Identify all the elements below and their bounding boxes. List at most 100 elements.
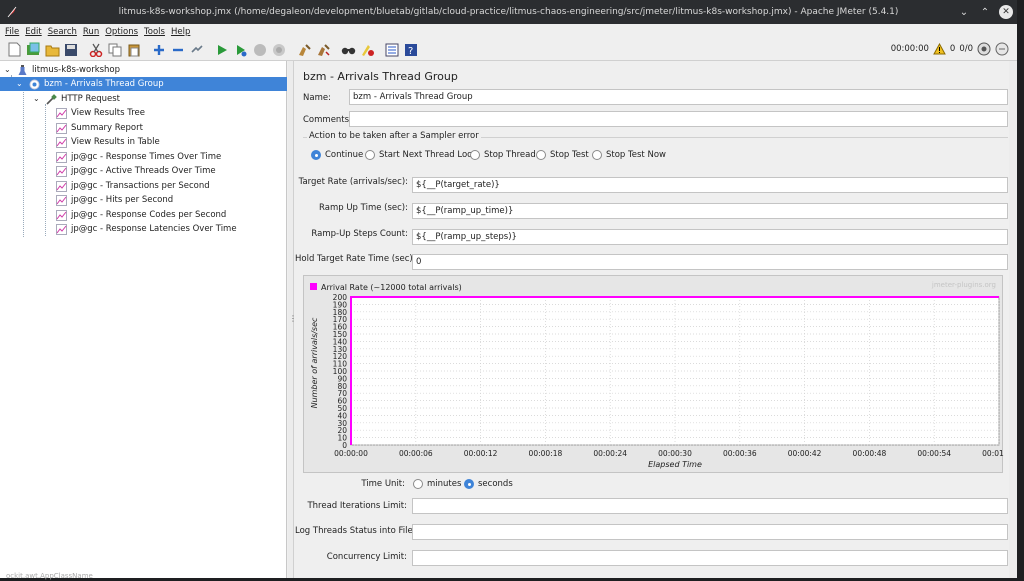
log-threads-field[interactable] — [412, 524, 1008, 540]
chevron-down-icon[interactable]: ⌄ — [16, 79, 25, 90]
menu-options[interactable]: Options — [105, 27, 138, 37]
chevron-down-icon[interactable]: ⌄ — [957, 5, 971, 19]
x-tick-label: 00:00:30 — [658, 449, 692, 458]
tree-node-listener[interactable]: jp@gc - Transactions per Second — [56, 179, 210, 193]
ramp-up-field[interactable]: ${__P(ramp_up_time)} — [412, 203, 1008, 219]
tree-node-listener[interactable]: jp@gc - Response Times Over Time — [56, 150, 221, 164]
menu-help[interactable]: Help — [171, 27, 190, 37]
tree-node-label: jp@gc - Hits per Second — [71, 195, 174, 205]
chart-svg: jmeter-plugins.org Arrival Rate (~12000 … — [310, 281, 1016, 469]
radio-stop-test[interactable]: Stop Test — [536, 150, 589, 160]
tree-node-listener[interactable]: jp@gc - Response Latencies Over Time — [56, 222, 237, 236]
clear-icon[interactable] — [296, 42, 312, 58]
legend-swatch — [310, 283, 317, 290]
vertical-scrollbar[interactable] — [1009, 61, 1017, 578]
pipette-icon — [46, 93, 57, 105]
hold-time-field[interactable]: 0 — [412, 254, 1008, 270]
chevron-down-icon[interactable]: ⌄ — [4, 65, 13, 76]
function-helper-icon[interactable] — [384, 42, 400, 58]
chevron-down-icon[interactable]: ⌄ — [33, 94, 42, 105]
target-rate-field[interactable]: ${__P(target_rate)} — [412, 177, 1008, 193]
tree-node-listener[interactable]: Summary Report — [56, 121, 143, 135]
menu-search[interactable]: Search — [48, 27, 77, 37]
tree-node-label: View Results in Table — [71, 137, 160, 147]
shutdown-icon[interactable] — [271, 42, 287, 58]
save-icon[interactable] — [63, 42, 79, 58]
x-tick-label: 00:00:54 — [917, 449, 951, 458]
radio-label: seconds — [478, 479, 513, 489]
tree-node-label: litmus-k8s-workshop — [32, 65, 121, 75]
stop-icon[interactable] — [252, 42, 268, 58]
search-icon[interactable] — [340, 42, 356, 58]
concurrency-limit-label: Concurrency Limit: — [326, 552, 407, 562]
tree-node-listener[interactable]: jp@gc - Response Codes per Second — [56, 208, 226, 222]
tree-node-listener[interactable]: View Results in Table — [56, 135, 160, 149]
radio-button[interactable] — [464, 479, 474, 489]
log-threads-label: Log Threads Status into File: — [295, 526, 416, 536]
log-icon[interactable] — [995, 42, 1009, 56]
templates-icon[interactable] — [25, 42, 41, 58]
start-no-pauses-icon[interactable] — [233, 42, 249, 58]
x-tick-label: 00:00:48 — [853, 449, 887, 458]
tree-node-test-plan[interactable]: ⌄ litmus-k8s-workshop — [4, 63, 120, 77]
warning-icon[interactable] — [933, 43, 946, 55]
tree-node-listener[interactable]: View Results Tree — [56, 106, 145, 120]
help-icon[interactable]: ? — [403, 42, 419, 58]
y-axis-label: Number of arrivals/sec — [310, 317, 319, 408]
copy-icon[interactable] — [107, 42, 123, 58]
clear-all-icon[interactable] — [315, 42, 331, 58]
paste-icon[interactable] — [126, 42, 142, 58]
menu-bar: File Edit Search Run Options Tools Help — [0, 24, 1017, 39]
collapse-icon[interactable] — [170, 42, 186, 58]
radio-button[interactable] — [311, 150, 321, 160]
tree-node-http-request[interactable]: ⌄ HTTP Request — [33, 92, 120, 106]
cut-icon[interactable] — [88, 42, 104, 58]
ramp-up-label: Ramp Up Time (sec): — [319, 203, 408, 213]
radio-seconds[interactable]: seconds — [464, 479, 513, 489]
radio-label: Stop Test Now — [606, 150, 666, 160]
menu-edit[interactable]: Edit — [25, 27, 41, 37]
thread-group-panel: bzm - Arrivals Thread Group Name: bzm - … — [295, 61, 1017, 578]
start-icon[interactable] — [214, 42, 230, 58]
radio-stop-thread[interactable]: Stop Thread — [470, 150, 536, 160]
x-tick-label: 00:00:42 — [788, 449, 822, 458]
ramp-steps-field[interactable]: ${__P(ramp_up_steps)} — [412, 229, 1008, 245]
new-icon[interactable] — [6, 42, 22, 58]
x-tick-label: 00:00:12 — [464, 449, 498, 458]
radio-button[interactable] — [536, 150, 546, 160]
close-icon[interactable]: ✕ — [999, 5, 1013, 19]
radio-label: Stop Test — [550, 150, 589, 160]
concurrency-limit-field[interactable] — [412, 550, 1008, 566]
radio-button[interactable] — [592, 150, 602, 160]
graph-icon — [56, 151, 67, 163]
name-field[interactable]: bzm - Arrivals Thread Group — [349, 89, 1008, 105]
tree-node-listener[interactable]: jp@gc - Active Threads Over Time — [56, 164, 216, 178]
radio-stop-test-now[interactable]: Stop Test Now — [592, 150, 666, 160]
tree-node-thread-group[interactable]: ⌄ bzm - Arrivals Thread Group — [0, 77, 287, 91]
tree-node-listener[interactable]: jp@gc - Hits per Second — [56, 193, 173, 207]
menu-run[interactable]: Run — [83, 27, 99, 37]
radio-button[interactable] — [365, 150, 375, 160]
menu-file[interactable]: File — [5, 27, 19, 37]
iterations-limit-label: Thread Iterations Limit: — [307, 501, 407, 511]
radio-start-next-thread-loop[interactable]: Start Next Thread Loop — [365, 150, 478, 160]
open-icon[interactable] — [44, 42, 60, 58]
window-title: litmus-k8s-workshop.jmx (/home/degaleon/… — [118, 7, 899, 17]
toggle-icon[interactable] — [189, 42, 205, 58]
name-label: Name: — [303, 93, 331, 103]
menu-tools[interactable]: Tools — [144, 27, 165, 37]
comments-field[interactable] — [349, 111, 1008, 127]
arrival-rate-chart: jmeter-plugins.org Arrival Rate (~12000 … — [303, 275, 1016, 473]
radio-label: Continue — [325, 150, 364, 160]
radio-button[interactable] — [413, 479, 423, 489]
title-bar[interactable]: litmus-k8s-workshop.jmx (/home/degaleon/… — [0, 0, 1017, 24]
x-axis-label: Elapsed Time — [648, 460, 702, 469]
reset-search-icon[interactable] — [359, 42, 375, 58]
chevron-up-icon[interactable]: ⌃ — [978, 5, 992, 19]
radio-continue[interactable]: Continue — [311, 150, 363, 160]
radio-button[interactable] — [470, 150, 480, 160]
iterations-limit-field[interactable] — [412, 498, 1008, 514]
radio-minutes[interactable]: minutes — [413, 479, 461, 489]
expand-icon[interactable] — [151, 42, 167, 58]
graph-icon — [56, 180, 67, 192]
